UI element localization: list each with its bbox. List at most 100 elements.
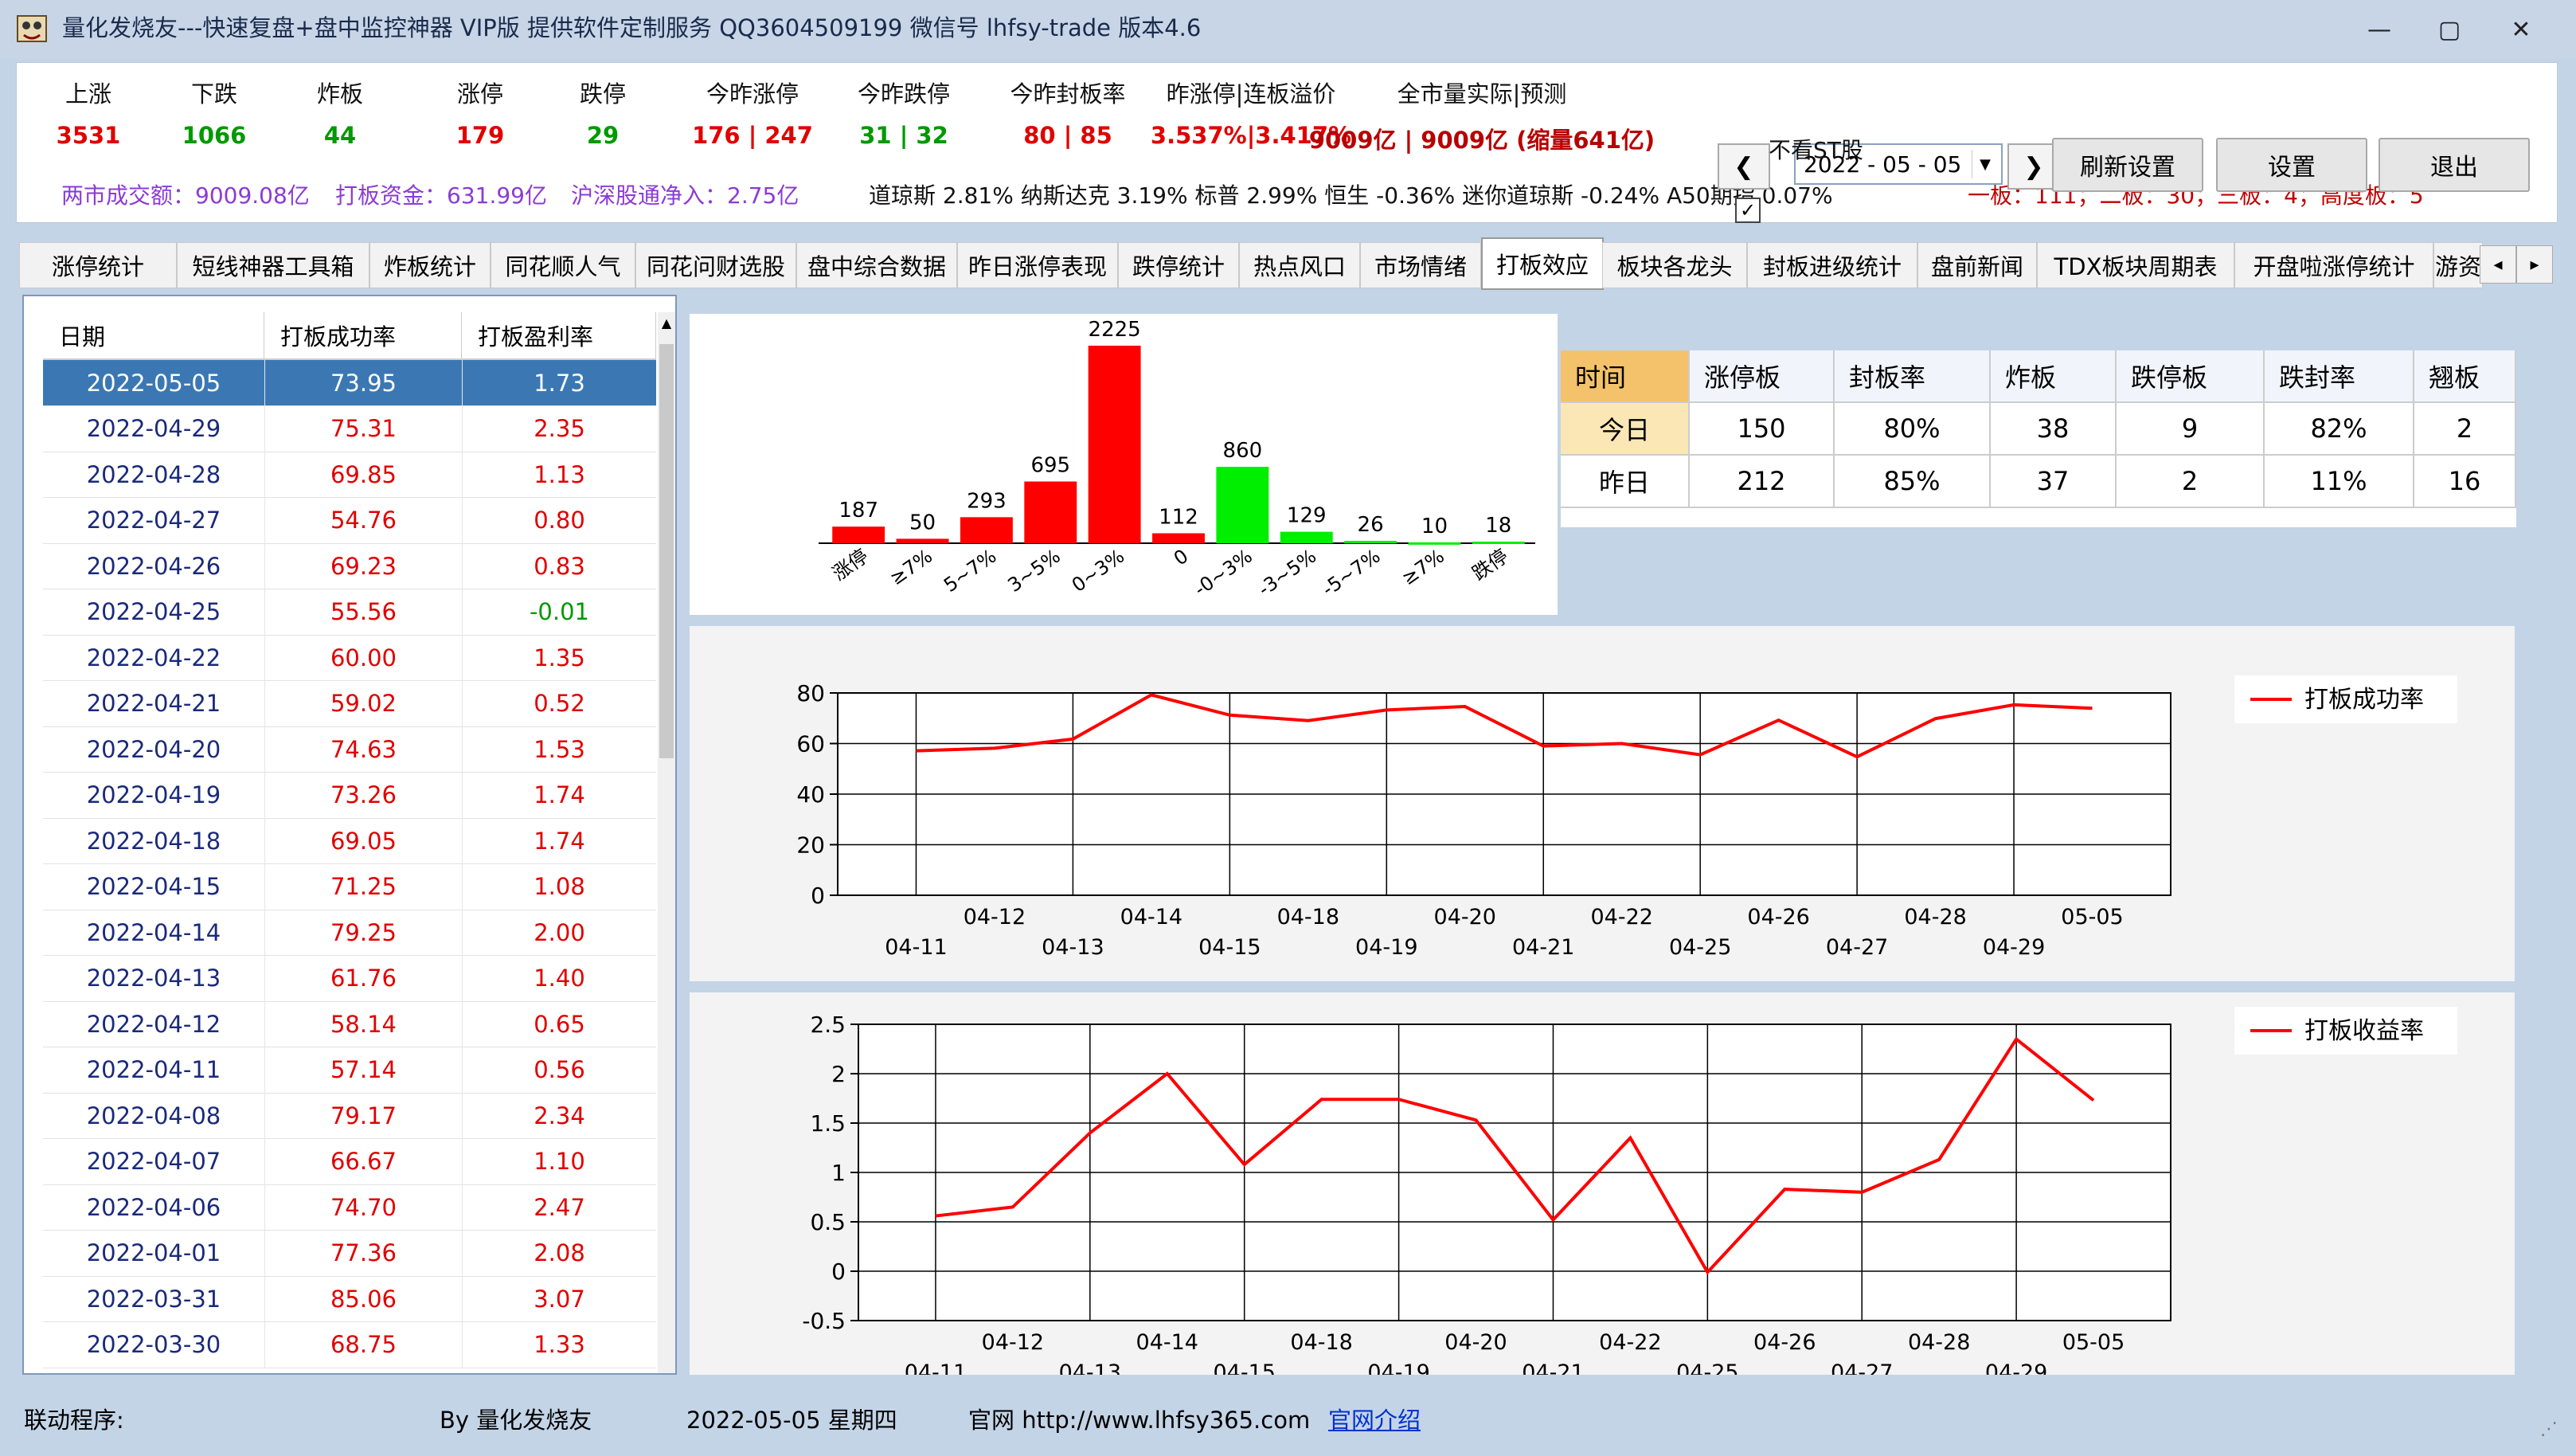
author-label: By 量化发烧友 <box>440 1407 592 1434</box>
cell-profit-rate: 2.08 <box>462 1230 656 1276</box>
board-funds-text: 打板资金：631.99亿 <box>335 182 547 209</box>
table-row[interactable]: 2022-04-29 75.31 2.35 <box>43 405 656 452</box>
profit-rate-line-chart: -0.5 0 0.5 1 1.5 2 2.5 04-11 04-12 04-13 04-14 04-1… <box>690 992 2515 1385</box>
tab-item[interactable]: 封板进级统计 <box>1747 242 1917 288</box>
table-row[interactable]: 2022-05-05 73.95 1.73 <box>43 360 656 406</box>
table-row[interactable]: 2022-04-15 71.25 1.08 <box>43 863 656 910</box>
scrollbar-thumb[interactable] <box>659 344 674 758</box>
table-row[interactable]: 2022-04-20 74.63 1.53 <box>43 726 656 773</box>
cell-date: 2022-03-31 <box>86 1285 221 1313</box>
tab-bar: 涨停统计 短线神器工具箱 炸板统计 同花顺人气 同花问财选股 盘中综合数据 昨日涨停表现 跌停… <box>16 237 2556 292</box>
x-tick-label: 04-25 <box>1676 1360 1738 1375</box>
no-st-checkbox[interactable]: ✓ <box>1735 198 1761 223</box>
chevron-right-icon: ❯ <box>2023 152 2044 181</box>
cell-success-rate: 59.02 <box>264 680 462 726</box>
chevron-down-icon[interactable]: ▼ <box>1972 150 1998 178</box>
summary-header-cell: 跌封率 <box>2265 350 2414 403</box>
table-row[interactable]: 2022-04-18 69.05 1.74 <box>43 818 656 864</box>
table-row[interactable]: 2022-04-21 59.02 0.52 <box>43 680 656 727</box>
table-row[interactable]: 2022-04-28 69.85 1.13 <box>43 452 656 498</box>
turnover-text: 两市成交额：9009.08亿 <box>61 182 310 209</box>
cell-date: 2022-04-01 <box>86 1239 221 1266</box>
table-row[interactable]: 2022-04-11 57.14 0.56 <box>43 1047 656 1094</box>
exit-button[interactable]: 退出 <box>2379 138 2530 192</box>
table-row[interactable]: 2022-03-30 68.75 1.33 <box>43 1321 656 1368</box>
table-row[interactable]: 2022-04-27 54.76 0.80 <box>43 497 656 544</box>
bar-category-label: 0 <box>1170 545 1193 570</box>
tab-item[interactable]: 涨停统计 <box>19 242 177 288</box>
tab-item[interactable]: 开盘啦涨停统计 <box>2234 242 2433 288</box>
cell-profit-rate: 1.53 <box>462 726 656 772</box>
cell-profit-rate: 1.74 <box>462 818 656 863</box>
close-button[interactable]: ✕ <box>2497 11 2545 48</box>
summary-cell: 85% <box>1835 456 1991 508</box>
maximize-button[interactable]: ▢ <box>2426 11 2473 48</box>
prev-date-button[interactable]: ❮ <box>1718 143 1770 190</box>
market-stats-panel: 上涨 3531 下跌 1066 炸板 44 涨停 179 跌停 29 今昨涨停 176 | 247 今昨… <box>16 62 2558 223</box>
tab-item[interactable]: 盘中综合数据 <box>796 242 957 288</box>
table-row[interactable]: 2022-03-31 85.06 3.07 <box>43 1276 656 1322</box>
tab-item[interactable]: 同花问财选股 <box>635 242 796 288</box>
tab-item[interactable]: 热点风口 <box>1239 242 1360 288</box>
bar <box>896 538 949 543</box>
settings-button[interactable]: 设置 <box>2216 138 2367 192</box>
table-row[interactable]: 2022-04-13 61.76 1.40 <box>43 955 656 1002</box>
tab-item[interactable]: 炸板统计 <box>369 242 491 288</box>
tab-item[interactable]: 昨日涨停表现 <box>957 242 1118 288</box>
bar-value-label: 695 <box>1030 454 1070 478</box>
stat-label: 全市量实际|预测 <box>1397 80 1567 108</box>
website-intro-link[interactable]: 官网介绍 <box>1328 1402 1421 1435</box>
tab-item[interactable]: 盘前新闻 <box>1917 242 2037 288</box>
cell-success-rate: 69.05 <box>264 818 462 863</box>
column-header-date[interactable]: 日期 <box>43 312 264 358</box>
tab-item[interactable]: 板块各龙头 <box>1602 242 1747 288</box>
tab-item[interactable]: 市场情绪 <box>1360 242 1481 288</box>
column-header-success-rate[interactable]: 打板成功率 <box>264 312 462 358</box>
column-header-profit-rate[interactable]: 打板盈利率 <box>462 312 656 358</box>
table-row[interactable]: 2022-04-26 69.23 0.83 <box>43 543 656 589</box>
table-scrollbar[interactable]: ▲ <box>658 312 675 1373</box>
cell-success-rate: 58.14 <box>264 1001 462 1047</box>
tab-item[interactable]: 跌停统计 <box>1118 242 1239 288</box>
summary-cell: 16 <box>2414 456 2516 508</box>
x-tick-label: 04-29 <box>1983 935 2045 960</box>
resize-grip-icon[interactable]: ⋰ <box>2540 1419 2558 1439</box>
tab-scroll-right-button[interactable]: ▸ <box>2516 245 2553 284</box>
summary-cell: 11% <box>2265 456 2414 508</box>
table-row[interactable]: 2022-04-25 55.56 -0.01 <box>43 589 656 636</box>
distribution-bar-chart-svg: 187 涨停 50 ≥7% 293 5~7% 695 3~5% 2225 0~3% 112 0 860 -… <box>819 318 1535 601</box>
table-row[interactable]: 2022-04-14 79.25 2.00 <box>43 910 656 956</box>
cell-date: 2022-03-30 <box>86 1331 221 1358</box>
x-tick-label: 04-12 <box>964 905 1026 930</box>
refresh-settings-button[interactable]: 刷新设置 <box>2052 138 2203 192</box>
table-row[interactable]: 2022-04-12 58.14 0.65 <box>43 1001 656 1047</box>
x-tick-label: 04-15 <box>1213 1360 1275 1375</box>
y-tick-label: 1.5 <box>810 1110 846 1137</box>
cell-profit-rate: 0.52 <box>462 680 656 726</box>
tab-item[interactable]: 短线神器工具箱 <box>177 242 369 288</box>
summary-cell: 38 <box>1991 403 2117 456</box>
bar <box>1152 533 1205 543</box>
table-row[interactable]: 2022-04-01 77.36 2.08 <box>43 1230 656 1277</box>
table-row[interactable]: 2022-04-07 66.67 1.10 <box>43 1138 656 1185</box>
table-row[interactable]: 2022-04-08 79.17 2.34 <box>43 1093 656 1139</box>
minimize-button[interactable]: — <box>2355 11 2403 48</box>
chevron-up-icon[interactable]: ▲ <box>659 315 674 336</box>
bar <box>1024 481 1077 543</box>
window-title: 量化发烧友---快速复盘+盘中监控神器 VIP版 提供软件定制服务 QQ3604… <box>62 14 1202 41</box>
tab-item[interactable]: 同花顺人气 <box>491 242 635 288</box>
tab-item[interactable]: 游资 <box>2433 242 2483 288</box>
website-label: 官网 http://www.lhfsy365.com <box>968 1407 1311 1434</box>
table-row[interactable]: 2022-04-22 60.00 1.35 <box>43 635 656 681</box>
cell-profit-rate: -0.01 <box>462 589 656 635</box>
tab-item[interactable]: 打板效应 <box>1481 237 1604 290</box>
tab-item[interactable]: TDX板块周期表 <box>2037 242 2234 288</box>
cell-date: 2022-04-25 <box>86 598 221 625</box>
cell-success-rate: 55.56 <box>264 589 462 635</box>
table-row[interactable]: 2022-04-19 73.26 1.74 <box>43 772 656 819</box>
x-tick-label: 04-19 <box>1355 935 1417 960</box>
success-rate-line-chart-svg: 0 20 40 60 80 04-11 04-12 04-13 04-14 04-15 04-18 0… <box>796 675 2457 960</box>
tab-scroll-left-button[interactable]: ◂ <box>2480 245 2516 284</box>
table-row[interactable]: 2022-04-06 74.70 2.47 <box>43 1184 656 1231</box>
bar-value-label: 112 <box>1159 506 1198 530</box>
